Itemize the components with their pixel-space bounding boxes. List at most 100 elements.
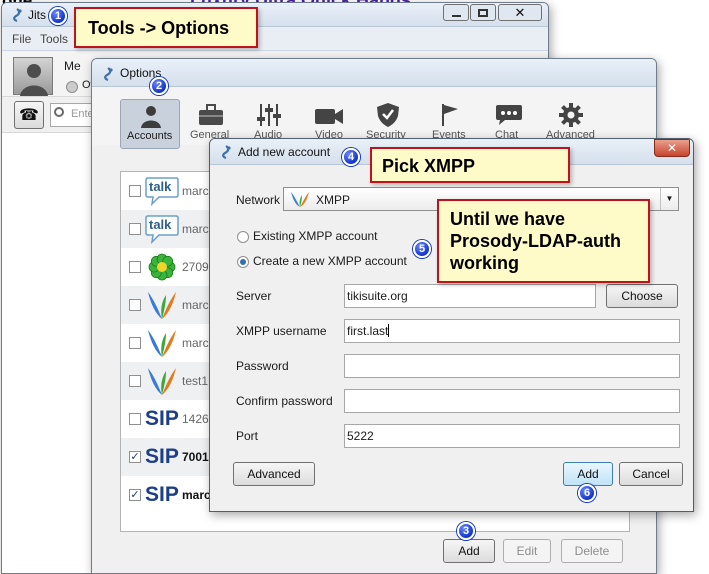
- briefcase-icon: [199, 104, 223, 125]
- google-talk-icon: talk: [145, 175, 179, 207]
- flag-icon: [442, 104, 458, 126]
- profile-name: Me: [64, 59, 81, 73]
- edit-account-button[interactable]: Edit: [503, 539, 551, 563]
- menu-file[interactable]: File: [12, 32, 31, 46]
- confirm-password-label: Confirm password: [236, 394, 333, 408]
- username-input[interactable]: first.last: [344, 319, 680, 343]
- tab-accounts[interactable]: Accounts: [120, 99, 180, 149]
- options-titlebar: Options: [92, 59, 656, 87]
- radio-create-account[interactable]: [237, 256, 249, 268]
- xmpp-logo-icon: [145, 289, 179, 321]
- account-enable-checkbox[interactable]: [129, 413, 141, 425]
- google-talk-icon: talk: [145, 213, 179, 245]
- options-tab-bar: Accounts General Audio Video Security Ev…: [92, 87, 656, 149]
- account-enable-checkbox[interactable]: [129, 261, 141, 273]
- xmpp-logo-icon: [145, 327, 179, 359]
- password-label: Password: [236, 359, 289, 373]
- icq-flower-icon: [145, 251, 179, 283]
- dialog-close-button[interactable]: ✕: [654, 139, 690, 157]
- username-value: first.last: [347, 324, 389, 338]
- chat-bubble-icon: [496, 105, 522, 125]
- choose-server-button[interactable]: Choose: [606, 284, 678, 308]
- network-label: Network: [236, 193, 281, 207]
- protocol-label: talk: [149, 217, 172, 232]
- advanced-button[interactable]: Advanced: [233, 462, 315, 486]
- account-enable-checkbox[interactable]: [129, 185, 141, 197]
- account-name: marc: [182, 184, 209, 198]
- account-enable-checkbox-checked[interactable]: ✓: [129, 489, 141, 501]
- maximize-icon: [478, 8, 488, 17]
- account-name: marc: [182, 488, 211, 502]
- password-input[interactable]: [344, 354, 680, 378]
- status-indicator[interactable]: [66, 81, 78, 93]
- shield-icon: [377, 103, 399, 127]
- protocol-label: SIP: [145, 483, 179, 506]
- callout-prosody-note: Until we have Prosody-LDAP-auth working: [437, 199, 650, 283]
- avatar[interactable]: [13, 57, 53, 96]
- checkmark-icon: ✓: [130, 489, 140, 501]
- xmpp-logo-icon: [291, 192, 309, 207]
- add-account-dialog: Add new account ✕ Network XMPP ▼ Existin…: [209, 138, 694, 512]
- minimize-button[interactable]: [443, 4, 469, 21]
- account-name: 7001: [182, 450, 209, 464]
- step-badge-1: 1: [49, 7, 67, 25]
- text-caret: [388, 324, 390, 337]
- step-badge-4: 4: [342, 148, 360, 166]
- radio-create-label[interactable]: Create a new XMPP account: [253, 254, 407, 268]
- network-select-value: XMPP: [316, 193, 351, 207]
- server-input[interactable]: tikisuite.org: [344, 284, 596, 308]
- account-name: 2709: [182, 260, 209, 274]
- phone-icon: ☎: [19, 107, 39, 124]
- account-name: test1: [182, 374, 209, 388]
- port-label: Port: [236, 429, 259, 443]
- callout-line: Until we have: [450, 209, 566, 229]
- port-input[interactable]: 5222: [344, 424, 680, 448]
- account-enable-checkbox[interactable]: [129, 375, 141, 387]
- dialpad-button[interactable]: ☎: [14, 101, 44, 129]
- protocol-label: talk: [149, 179, 172, 194]
- step-badge-2: 2: [150, 77, 168, 95]
- step-badge-5: 5: [413, 240, 431, 258]
- radio-existing-account[interactable]: [237, 231, 249, 243]
- jitsi-app-icon: [222, 145, 231, 159]
- maximize-button[interactable]: [470, 4, 496, 21]
- account-enable-checkbox[interactable]: [129, 337, 141, 349]
- sip-logo-icon: SIP: [145, 441, 179, 473]
- sliders-icon: [257, 104, 281, 126]
- main-window-title: Jits: [28, 8, 46, 22]
- dialog-add-button[interactable]: Add: [563, 462, 613, 486]
- protocol-label: SIP: [145, 407, 179, 430]
- step-badge-3: 3: [457, 522, 475, 540]
- confirm-password-input[interactable]: [344, 389, 680, 413]
- person-icon: [141, 106, 161, 128]
- radio-existing-label[interactable]: Existing XMPP account: [253, 229, 378, 243]
- jitsi-app-icon: [13, 8, 22, 22]
- tab-label: Accounts: [127, 130, 173, 142]
- person-icon: [20, 64, 48, 96]
- account-enable-checkbox[interactable]: [129, 299, 141, 311]
- delete-account-button[interactable]: Delete: [561, 539, 623, 563]
- account-name: marc: [182, 298, 209, 312]
- minimize-icon: [451, 14, 461, 17]
- account-name: 1426: [182, 412, 209, 426]
- jitsi-app-icon: [104, 67, 113, 81]
- close-icon: ✕: [514, 4, 526, 20]
- dialog-title: Add new account: [238, 145, 331, 159]
- account-name: marc: [182, 336, 209, 350]
- checkmark-icon: ✓: [130, 451, 140, 463]
- step-badge-6: 6: [578, 484, 596, 502]
- sip-logo-icon: SIP: [145, 479, 179, 511]
- account-enable-checkbox-checked[interactable]: ✓: [129, 451, 141, 463]
- protocol-label: SIP: [145, 445, 179, 468]
- menu-tools[interactable]: Tools: [40, 32, 68, 46]
- close-button[interactable]: ✕: [498, 4, 542, 21]
- callout-tools-options: Tools -> Options: [74, 7, 258, 48]
- camera-icon: [315, 109, 343, 124]
- close-icon: ✕: [666, 141, 678, 155]
- sip-logo-icon: SIP: [145, 403, 179, 435]
- server-label: Server: [236, 289, 272, 303]
- account-enable-checkbox[interactable]: [129, 223, 141, 235]
- chevron-down-icon: ▼: [660, 188, 678, 210]
- add-account-button[interactable]: Add: [443, 539, 495, 563]
- dialog-cancel-button[interactable]: Cancel: [619, 462, 683, 486]
